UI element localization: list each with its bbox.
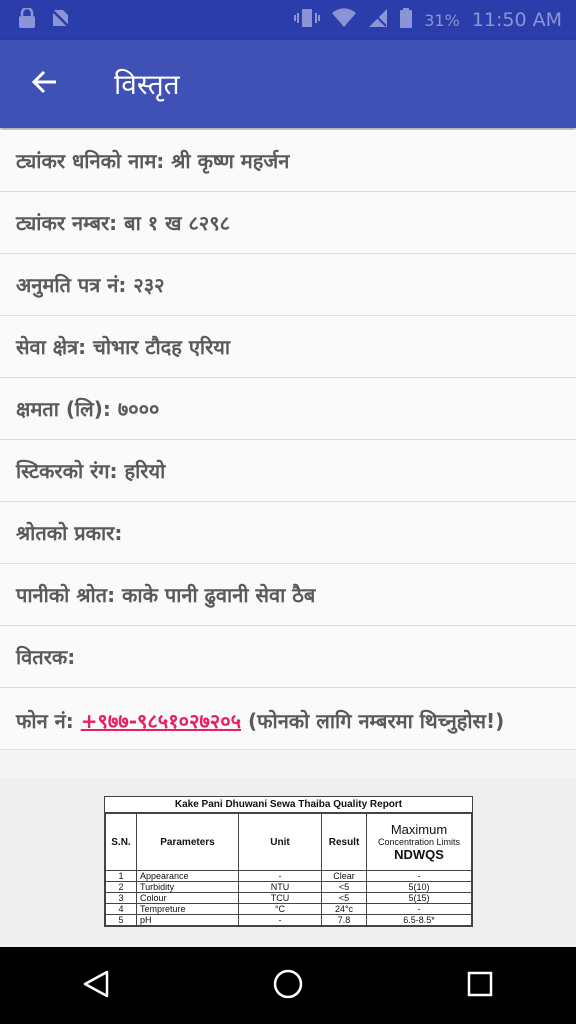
- clock: 11:50 AM: [471, 9, 562, 31]
- header-concentration: Concentration Limits: [377, 837, 461, 847]
- nav-back-icon: [81, 969, 111, 1003]
- table-row: 3 Colour TCU <5 5(15): [105, 892, 472, 904]
- cell-unit: -: [238, 870, 322, 882]
- detail-water-source: पानीको श्रोत: काके पानी ढुवानी सेवा ठैब: [0, 564, 576, 626]
- cell-unit: °C: [238, 903, 322, 915]
- cell-result: 7.8: [321, 914, 367, 926]
- cell-result: Clear: [321, 870, 367, 882]
- wifi-icon: [332, 8, 357, 32]
- no-sim-icon: [50, 8, 70, 32]
- header-max-limits: Maximum Concentration Limits NDWQS: [366, 813, 472, 871]
- battery-percent: 31%: [424, 10, 460, 30]
- header-sn: S.N.: [105, 813, 137, 871]
- battery-icon: [400, 8, 413, 32]
- detail-service-area: सेवा क्षेत्र: चोभार टौदह एरिया: [0, 316, 576, 378]
- cell-param: pH: [136, 914, 239, 926]
- cell-sn: 5: [105, 914, 137, 926]
- detail-tanker-number: ट्यांकर नम्बर: बा १ ख ८२९८: [0, 192, 576, 254]
- detail-permit-number: अनुमति पत्र नं: २३२: [0, 254, 576, 316]
- cell-param: Tempreture: [136, 903, 239, 915]
- cell-result: <5: [321, 892, 367, 904]
- cell-unit: NTU: [238, 881, 322, 893]
- table-row: 1 Appearance - Clear -: [105, 870, 472, 882]
- status-bar: 31% 11:50 AM: [0, 0, 576, 40]
- cell-param: Turbidity: [136, 881, 239, 893]
- detail-distributor: वितरक:: [0, 626, 576, 688]
- cell-param: Colour: [136, 892, 239, 904]
- quality-report: Kake Pani Dhuwani Sewa Thaiba Quality Re…: [104, 796, 473, 927]
- vibrate-icon: [294, 8, 321, 32]
- table-row: 4 Tempreture °C 24°c -: [105, 903, 472, 915]
- back-button[interactable]: [24, 64, 64, 104]
- nav-recents-button[interactable]: [450, 956, 510, 1016]
- header-unit: Unit: [238, 813, 322, 871]
- cell-sn: 2: [105, 881, 137, 893]
- phone-note: (फोनको लागि नम्बरमा थिच्नुहोस!): [241, 709, 505, 733]
- header-maximum: Maximum: [390, 822, 448, 837]
- page-title: विस्तृत: [114, 68, 180, 101]
- cell-sn: 4: [105, 903, 137, 915]
- detail-phone: फोन नं: +९७७-९८५१०२७२०५ (फोनको लागि नम्ब…: [0, 688, 576, 750]
- detail-sticker-color: स्टिकरको रंग: हरियो: [0, 440, 576, 502]
- cell-unit: TCU: [238, 892, 322, 904]
- phone-label: फोन नं:: [16, 709, 81, 733]
- quality-report-image: Kake Pani Dhuwani Sewa Thaiba Quality Re…: [0, 778, 576, 947]
- back-arrow-icon: [31, 69, 57, 99]
- cell-limit: 5(10): [366, 881, 472, 893]
- detail-source-type: श्रोतको प्रकार:: [0, 502, 576, 564]
- details-list: ट्यांकर धनिको नाम: श्री कृष्ण महर्जन ट्य…: [0, 130, 576, 750]
- header-ndwqs: NDWQS: [394, 847, 444, 862]
- cell-result: <5: [321, 881, 367, 893]
- nav-recents-icon: [466, 970, 494, 1002]
- cell-sn: 1: [105, 870, 137, 882]
- cell-sn: 3: [105, 892, 137, 904]
- no-signal-icon: [368, 8, 388, 32]
- nav-back-button[interactable]: [66, 956, 126, 1016]
- table-row: 5 pH - 7.8 6.5-8.5*: [105, 914, 472, 926]
- header-parameters: Parameters: [136, 813, 239, 871]
- nav-home-button[interactable]: [258, 956, 318, 1016]
- detail-capacity: क्षमता (लि): ७०००: [0, 378, 576, 440]
- phone-link[interactable]: +९७७-९८५१०२७२०५: [81, 709, 241, 733]
- cell-limit: -: [366, 903, 472, 915]
- header-result: Result: [321, 813, 367, 871]
- lock-icon: [18, 6, 36, 32]
- cell-unit: -: [238, 914, 322, 926]
- report-table: S.N. Parameters Unit Result Maximum Conc…: [105, 813, 472, 926]
- detail-owner-name: ट्यांकर धनिको नाम: श्री कृष्ण महर्जन: [0, 130, 576, 192]
- report-header-row: S.N. Parameters Unit Result Maximum Conc…: [105, 813, 472, 871]
- report-title: Kake Pani Dhuwani Sewa Thaiba Quality Re…: [105, 797, 472, 813]
- cell-result: 24°c: [321, 903, 367, 915]
- cell-param: Appearance: [136, 870, 239, 882]
- table-row: 2 Turbidity NTU <5 5(10): [105, 881, 472, 893]
- cell-limit: 5(15): [366, 892, 472, 904]
- cell-limit: -: [366, 870, 472, 882]
- nav-home-icon: [272, 968, 304, 1004]
- system-nav-bar: [0, 947, 576, 1024]
- app-bar: विस्तृत: [0, 40, 576, 128]
- cell-limit: 6.5-8.5*: [366, 914, 472, 926]
